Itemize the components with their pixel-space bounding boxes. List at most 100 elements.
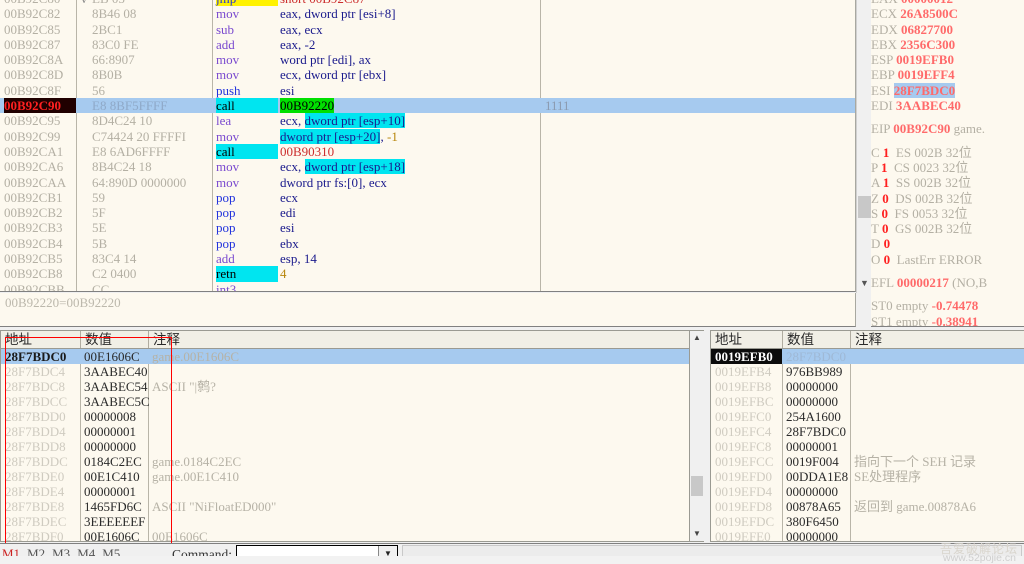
disassembly-row[interactable]: 00B92C8F 56 push esi — [0, 83, 855, 98]
disassembly-row[interactable]: 00B92CA1 E8 6AD6FFFF call 00B90310 — [0, 143, 855, 160]
disassembly-row[interactable]: 00B92CAA 64:890D 0000000 mov dword ptr fs:[… — [0, 175, 855, 190]
row-address: 28F7BDF0 — [5, 529, 64, 542]
table-row[interactable]: 0019EFB4 976BB989 — [711, 364, 1024, 379]
disassembly-row[interactable]: 00B92C87 83C0 FE add eax, -2 — [0, 37, 855, 52]
disassembly-row[interactable]: 00B92CA6 8B4C24 18 mov ecx, dword ptr [esp+… — [0, 159, 855, 175]
flag-row-c[interactable]: C 1 ES 002B 32位 — [871, 145, 1024, 160]
table-row[interactable]: 0019EFD0 00DDA1E8 SE处理程序 — [711, 469, 1024, 484]
flag-row-z[interactable]: Z 0 DS 002B 32位 — [871, 191, 1024, 206]
segment-value: 0023 — [913, 159, 940, 175]
disassembly-row[interactable]: 00B92C99 C74424 20 FFFFI mov dword ptr [esp… — [0, 128, 855, 144]
register-row-edi[interactable]: EDI 3AABEC40 — [871, 98, 1024, 113]
table-row[interactable]: 0019EFDC 380F6450 — [711, 514, 1024, 529]
register-row-ebp[interactable]: EBP 0019EFF4 — [871, 67, 1024, 82]
disassembly-row-list[interactable]: 00B92C80vEB 05jmpshort 00B92C8700B92C828… — [0, 0, 855, 291]
disassembly-row[interactable]: 00B92CB3 5E pop esi — [0, 220, 855, 235]
table-row[interactable]: 0019EFB8 00000000 — [711, 379, 1024, 394]
disassembly-row[interactable]: 00B92CB1 59 pop ecx — [0, 190, 855, 205]
flag-row-a[interactable]: A 1 SS 002B 32位 — [871, 175, 1024, 190]
table-row[interactable]: 0019EFCC 0019F004 指向下一个 SEH 记录 — [711, 454, 1024, 469]
row-value: 00E1606C — [84, 529, 140, 542]
disassembly-row[interactable]: 00B92C95 8D4C24 10 lea ecx, dword ptr [esp+… — [0, 113, 855, 129]
stack-header-comment[interactable]: 注释 — [851, 331, 1024, 348]
dump-header-address[interactable]: 地址 — [1, 331, 81, 348]
dump-header-value[interactable]: 数值 — [81, 331, 149, 348]
table-row[interactable]: 28F7BDCC 3AABEC5C — [1, 394, 689, 409]
flag-row-t[interactable]: T 0 GS 002B 32位 — [871, 221, 1024, 236]
table-row[interactable]: 28F7BDE0 00E1C410 game.00E1C410 — [1, 469, 689, 484]
chevron-down-icon[interactable]: ▼ — [690, 527, 704, 541]
stack-header-address[interactable]: 地址 — [711, 331, 783, 348]
table-row[interactable]: 28F7BDEC 3EEEEEEF — [1, 514, 689, 529]
disassembly-row[interactable]: 00B92C90 E8 8BF5FFFF call 00B92220 1111 — [0, 98, 855, 114]
table-row[interactable]: 0019EFD4 00000000 — [711, 484, 1024, 499]
table-row[interactable]: 28F7BDC4 3AABEC40 — [1, 364, 689, 379]
disassembly-panel[interactable]: 00B92C80vEB 05jmpshort 00B92C8700B92C828… — [0, 0, 856, 292]
register-row-efl[interactable]: EFL 00000217 (NO,B — [871, 275, 1024, 290]
register-row-ebx[interactable]: EBX 2356C300 — [871, 37, 1024, 52]
segment-value: 0053 — [912, 205, 939, 221]
table-row[interactable]: 0019EFD8 00878A65 返回到 game.00878A6 — [711, 499, 1024, 514]
register-row-esi[interactable]: ESI 28F7BDC0 — [871, 82, 1024, 98]
flag-row-o[interactable]: O 0 LastErr ERROR — [871, 252, 1024, 267]
disassembly-row[interactable]: 00B92C82 8B46 08 mov eax, dword ptr [esi+8] — [0, 6, 855, 21]
register-row-ecx[interactable]: ECX 26A8500C — [871, 6, 1024, 21]
dump-scrollbar-thumb[interactable] — [691, 476, 703, 496]
dump-header-comment[interactable]: 注释 — [149, 331, 689, 348]
row-operands: ebx — [280, 235, 299, 251]
stack-header-value[interactable]: 数值 — [783, 331, 851, 348]
disassembly-scrollbar[interactable]: ▼ — [856, 0, 871, 293]
stack-row-list[interactable]: 0019EFB0 28F7BDC0 0019EFB4 976BB989 0019EFB8… — [711, 349, 1024, 541]
chevron-down-icon[interactable]: ▼ — [858, 276, 871, 291]
table-row[interactable]: 28F7BDD8 00000000 — [1, 439, 689, 454]
memory-dump-panel[interactable]: 地址 数值 注释 28F7BDC0 00E1606C game.00E1606C 28… — [0, 330, 690, 542]
segment-name: GS — [894, 221, 912, 237]
disassembly-row[interactable]: 00B92CB8 C2 0400 retn 4 — [0, 266, 855, 282]
flag-name: Z — [871, 190, 879, 206]
dump-scrollbar[interactable]: ▲ ▼ — [690, 330, 704, 542]
register-row-edx[interactable]: EDX 06827700 — [871, 22, 1024, 37]
row-mnemonic: add — [216, 251, 235, 267]
disassembly-row[interactable]: 00B92CBB CC int3 — [0, 282, 855, 291]
table-row[interactable]: 28F7BDE4 00000001 — [1, 484, 689, 499]
disassembly-row[interactable]: 00B92CB2 5F pop edi — [0, 205, 855, 220]
table-row[interactable]: 0019EFBC 00000000 — [711, 394, 1024, 409]
table-row[interactable]: 28F7BDF0 00E1606C 00E1606C — [1, 529, 689, 542]
flag-row-p[interactable]: P 1 CS 0023 32位 — [871, 160, 1024, 175]
row-address: 00B92CB3 — [4, 220, 63, 236]
dump-row-list[interactable]: 28F7BDC0 00E1606C game.00E1606C 28F7BDC4 3AA… — [1, 349, 689, 542]
register-spacer — [871, 267, 1024, 275]
table-row[interactable]: 0019EFC4 28F7BDC0 — [711, 424, 1024, 439]
register-row-eip[interactable]: EIP 00B92C90 game. — [871, 121, 1024, 136]
table-row[interactable]: 28F7BDD4 00000001 — [1, 424, 689, 439]
row-address: 00B92C95 — [4, 113, 61, 129]
disassembly-scrollbar-thumb[interactable] — [858, 196, 871, 218]
disassembly-row[interactable]: 00B92C8D 8B0B mov ecx, dword ptr [ebx] — [0, 67, 855, 82]
table-row[interactable]: 28F7BDE8 1465FD6C ASCII "NiFloatED000" — [1, 499, 689, 514]
fpu-row-st0[interactable]: ST0 empty -0.74478 — [871, 298, 1024, 313]
table-row[interactable]: 28F7BDC0 00E1606C game.00E1606C — [1, 349, 689, 364]
disassembly-row[interactable]: 00B92C8A 66:8907 mov word ptr [edi], ax — [0, 52, 855, 67]
fpu-name: ST1 — [871, 313, 893, 327]
table-row[interactable]: 0019EFC0 254A1600 — [711, 409, 1024, 424]
table-row[interactable]: 0019EFB0 28F7BDC0 — [711, 349, 1024, 364]
panel-divider — [856, 293, 871, 327]
disassembly-row[interactable]: 00B92CB5 83C4 14 add esp, 14 — [0, 251, 855, 266]
disassembly-row[interactable]: 00B92C85 2BC1 sub eax, ecx — [0, 22, 855, 37]
disassembly-row[interactable]: 00B92CB4 5B pop ebx — [0, 236, 855, 251]
table-row[interactable]: 0019EFC8 00000001 — [711, 439, 1024, 454]
register-row-esp[interactable]: ESP 0019EFB0 — [871, 52, 1024, 67]
flag-row-d[interactable]: D 0 — [871, 236, 1024, 251]
chevron-up-icon[interactable]: ▲ — [690, 331, 704, 345]
row-operands: eax, -2 — [280, 36, 316, 52]
flag-value: 1 — [882, 175, 890, 191]
table-row[interactable]: 28F7BDDC 0184C2EC game.0184C2EC — [1, 454, 689, 469]
fpu-row-st1[interactable]: ST1 empty -0.38941 — [871, 313, 1024, 327]
stack-panel[interactable]: 地址 数值 注释 0019EFB0 28F7BDC0 0019EFB4 976BB98… — [710, 330, 1024, 542]
row-mnemonic: pop — [216, 189, 236, 205]
table-row[interactable]: 28F7BDD0 00000008 — [1, 409, 689, 424]
flag-row-s[interactable]: S 0 FS 0053 32位 — [871, 206, 1024, 221]
register-row-list[interactable]: EAX 00000012ECX 26A8500CEDX 06827700EBX … — [871, 0, 1024, 327]
table-row[interactable]: 28F7BDC8 3AABEC54 ASCII "|鹩? — [1, 379, 689, 394]
registers-panel[interactable]: EAX 00000012ECX 26A8500CEDX 06827700EBX … — [871, 0, 1024, 327]
